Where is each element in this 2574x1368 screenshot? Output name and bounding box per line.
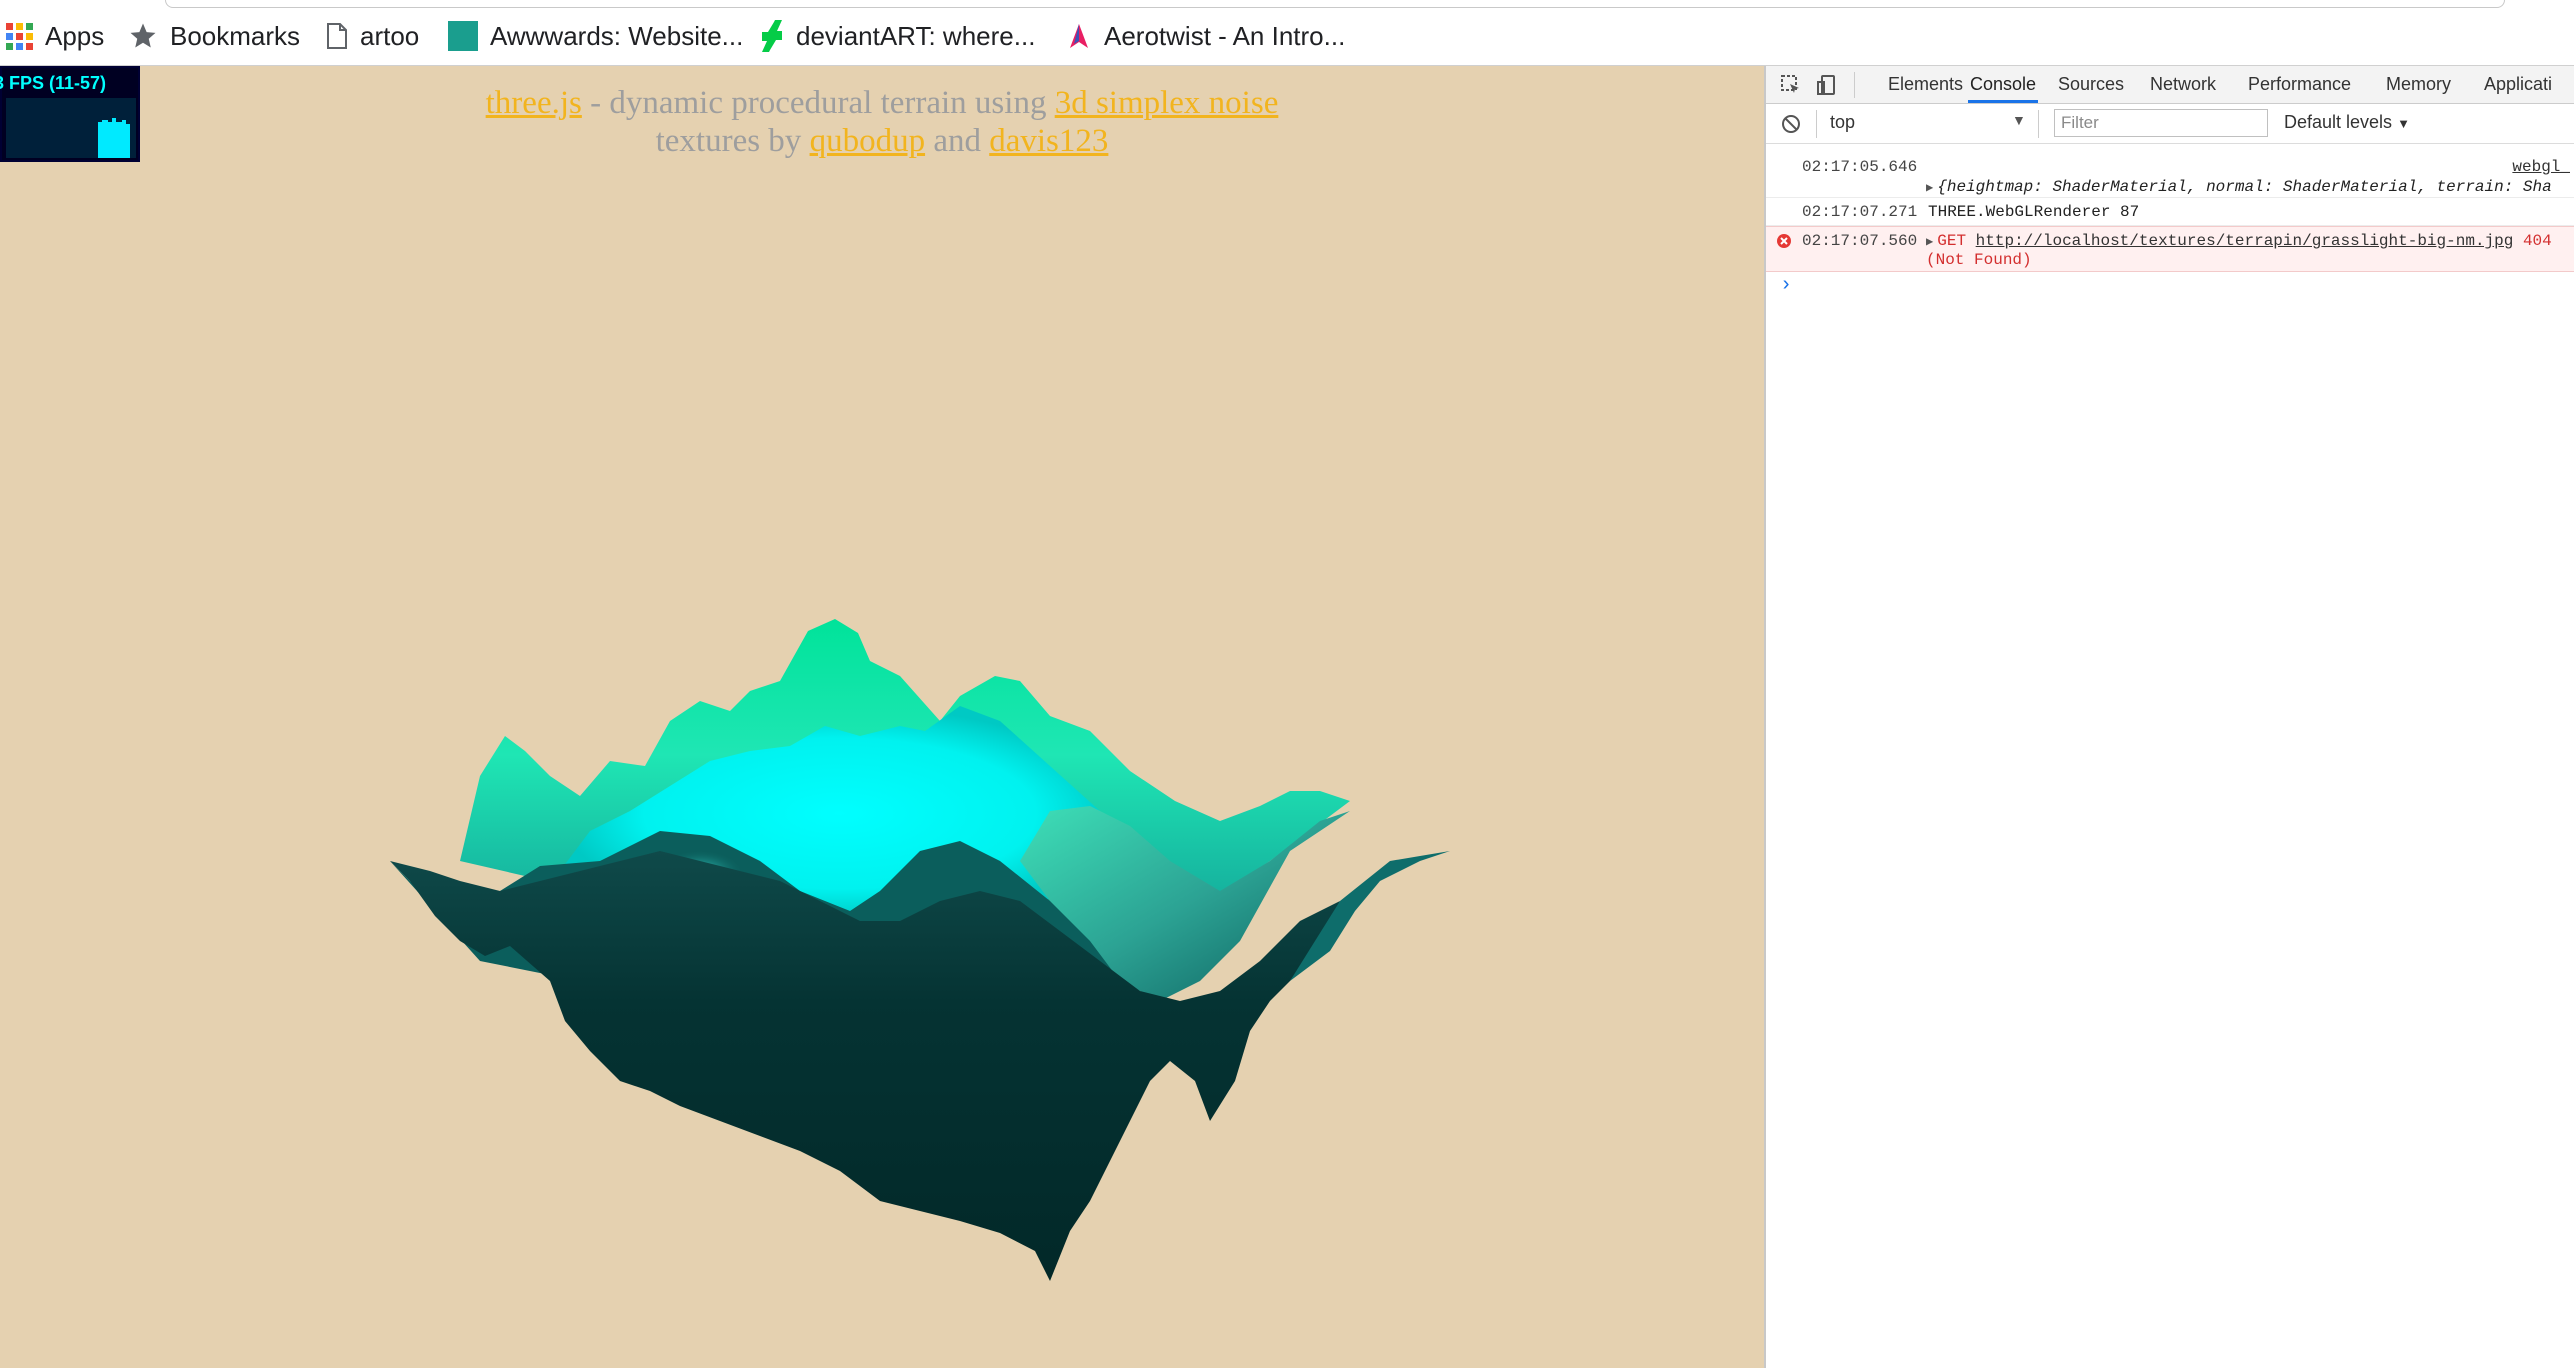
qubodup-link[interactable]: qubodup: [810, 123, 926, 159]
terrain-canvas[interactable]: [260, 561, 1500, 1286]
star-icon: [128, 21, 158, 51]
console-message: 02:17:07.271 THREE.WebGLRenderer 87: [1766, 198, 2574, 226]
tab-elements[interactable]: Elements: [1886, 66, 1965, 103]
prompt-chevron-icon: ›: [1780, 274, 1793, 297]
tab-separator: [1854, 72, 1855, 98]
console-messages: 02:17:05.646 webgl_ ▶ {heightmap: ShaderM…: [1766, 146, 2574, 302]
info-text: - dynamic procedural terrain using: [581, 85, 1055, 121]
info-caption: three.js - dynamic procedural terrain us…: [0, 84, 1764, 160]
context-selector[interactable]: top: [1830, 112, 1855, 133]
devtools-panel: Elements Console Sources Network Perform…: [1764, 66, 2574, 1368]
expand-triangle-icon[interactable]: ▶: [1926, 235, 1933, 249]
filter-input[interactable]: [2054, 109, 2268, 137]
message-timestamp: 02:17:07.271: [1802, 203, 1918, 221]
log-levels-label: Default levels: [2284, 112, 2393, 132]
devtools-tabbar: Elements Console Sources Network Perform…: [1766, 66, 2574, 104]
expand-triangle-icon[interactable]: ▶: [1926, 181, 1933, 195]
request-status-text: (Not Found): [1926, 251, 2032, 269]
error-icon: [1776, 233, 1792, 254]
message-object[interactable]: ▶ {heightmap: ShaderMaterial, normal: Sha…: [1926, 178, 2552, 196]
bookmark-deviantart[interactable]: deviantART: where...: [760, 16, 1035, 56]
bookmark-label: Awwwards: Website...: [490, 20, 744, 51]
aerotwist-icon: [1066, 22, 1092, 50]
deviantart-icon: [760, 20, 784, 52]
tab-performance[interactable]: Performance: [2246, 66, 2353, 103]
device-toolbar-icon[interactable]: [1816, 74, 1838, 101]
bookmark-bookmarks[interactable]: Bookmarks: [128, 16, 300, 56]
tab-application[interactable]: Applicati: [2482, 66, 2554, 103]
message-text: THREE.WebGLRenderer 87: [1928, 203, 2140, 221]
bookmark-aerotwist[interactable]: Aerotwist - An Intro...: [1066, 16, 1345, 56]
message-timestamp: 02:17:07.560: [1802, 232, 1918, 250]
bookmark-label: Bookmarks: [170, 20, 301, 51]
page-icon: [326, 22, 348, 50]
simplex-noise-link[interactable]: 3d simplex noise: [1055, 85, 1279, 121]
threejs-link[interactable]: three.js: [486, 85, 582, 121]
message-timestamp: 02:17:05.646: [1802, 158, 1918, 176]
terrain-mesh: [390, 619, 1450, 1281]
tab-memory[interactable]: Memory: [2384, 66, 2453, 103]
console-error-message: 02:17:07.560 ▶ GET http://localhost/textu…: [1766, 226, 2574, 272]
request-url[interactable]: http://localhost/textures/terrapin/grass…: [1976, 232, 2514, 250]
tab-network[interactable]: Network: [2148, 66, 2218, 103]
bookmark-awwwards[interactable]: Awwwards: Website...: [448, 16, 743, 56]
error-request[interactable]: ▶ GET http://localhost/textures/terrapin/…: [1926, 232, 2552, 250]
page-viewport: 3 FPS (11-57) three.js - dynamic procedu…: [0, 66, 1764, 1368]
info-text: textures by: [655, 123, 810, 159]
info-line-2: textures by qubodup and davis123: [0, 122, 1764, 160]
info-text: and: [925, 123, 990, 159]
console-toolbar: top ▼ Default levels ▼: [1766, 104, 2574, 144]
chevron-down-icon: ▼: [2397, 116, 2410, 131]
request-status: 404: [2522, 232, 2552, 250]
awwwards-icon: [448, 21, 478, 51]
message-source-link[interactable]: webgl_: [2512, 158, 2570, 176]
bookmark-label: artoo: [360, 20, 420, 51]
console-prompt-row[interactable]: ›: [1766, 272, 2574, 302]
bookmarks-bar: Apps Bookmarks artoo Awwwards: Website..…: [0, 0, 2574, 66]
bookmark-apps[interactable]: Apps: [6, 16, 104, 56]
info-line-1: three.js - dynamic procedural terrain us…: [0, 84, 1764, 122]
log-levels-dropdown[interactable]: Default levels ▼: [2284, 112, 2410, 133]
chevron-down-icon[interactable]: ▼: [2012, 112, 2026, 128]
request-method: GET: [1937, 232, 1967, 250]
davis123-link[interactable]: davis123: [989, 123, 1108, 159]
tab-sources[interactable]: Sources: [2056, 66, 2126, 103]
clear-console-icon[interactable]: [1780, 113, 1802, 140]
tab-console[interactable]: Console: [1968, 66, 2039, 103]
apps-grid-icon: [6, 22, 33, 50]
inspect-element-icon[interactable]: [1780, 74, 1802, 101]
omnibox-edge: [165, 0, 2505, 8]
toolbar-separator: [1816, 110, 1817, 138]
toolbar-separator: [2038, 110, 2039, 138]
bookmark-label: Aerotwist - An Intro...: [1104, 20, 1346, 51]
bookmark-label: Apps: [45, 20, 105, 51]
message-text: {heightmap: ShaderMaterial, normal: Shad…: [1937, 178, 2552, 196]
console-message: 02:17:05.646 webgl_ ▶ {heightmap: ShaderM…: [1766, 146, 2574, 198]
bookmark-artoo[interactable]: artoo: [326, 16, 419, 56]
bookmark-label: deviantART: where...: [796, 20, 1036, 51]
